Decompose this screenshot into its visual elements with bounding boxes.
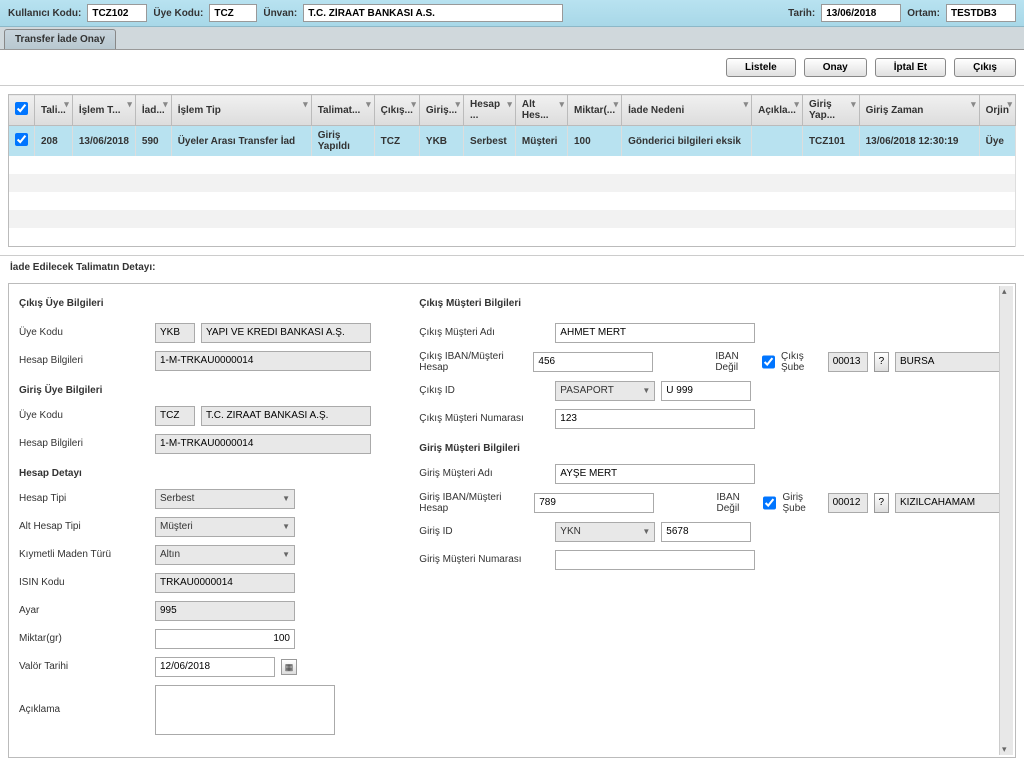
out-branch-lookup-button[interactable]: ? <box>874 352 889 372</box>
col-talimat[interactable]: Talimat...▾ <box>311 95 374 126</box>
filter-icon[interactable]: ▾ <box>303 99 308 110</box>
tab-transfer-iade-onay[interactable]: Transfer İade Onay <box>4 29 116 49</box>
cancel-button[interactable]: İptal Et <box>875 58 946 77</box>
in-id-type-select[interactable]: YKN <box>555 522 655 542</box>
out-iban-not-checkbox[interactable] <box>762 352 775 372</box>
col-alt-hes[interactable]: Alt Hes...▾ <box>515 95 567 126</box>
sub-account-type-select[interactable]: Müşteri <box>155 517 295 537</box>
date-field[interactable] <box>821 4 901 22</box>
action-bar: Listele Onay İptal Et Çıkış <box>0 50 1024 86</box>
filter-icon[interactable]: ▾ <box>411 99 416 110</box>
filter-icon[interactable]: ▾ <box>163 99 168 110</box>
in-branch-code[interactable] <box>828 493 868 513</box>
col-giris-yap[interactable]: Giriş Yap...▾ <box>802 95 859 126</box>
top-bar: Kullanıcı Kodu: Üye Kodu: Ünvan: Tarih: … <box>0 0 1024 27</box>
col-giris[interactable]: Giriş...▾ <box>419 95 463 126</box>
out-customer-heading: Çıkış Müşteri Bilgileri <box>419 298 1005 309</box>
out-branch-code[interactable] <box>828 352 868 372</box>
col-islem-tip[interactable]: İşlem Tip▾ <box>171 95 311 126</box>
right-column: Çıkış Müşteri Bilgileri Çıkış Müşteri Ad… <box>419 298 1005 743</box>
filter-icon[interactable]: ▾ <box>456 99 461 110</box>
col-cikis[interactable]: Çıkış...▾ <box>374 95 419 126</box>
out-member-name[interactable] <box>201 323 371 343</box>
in-customer-number[interactable] <box>555 550 755 570</box>
col-giris-zaman[interactable]: Giriş Zaman▾ <box>859 95 979 126</box>
col-orjin[interactable]: Orjin▾ <box>979 95 1015 126</box>
filter-icon[interactable]: ▾ <box>366 99 371 110</box>
user-code-field[interactable] <box>87 4 147 22</box>
out-customer-number[interactable] <box>555 409 755 429</box>
in-customer-name[interactable] <box>555 464 755 484</box>
ayar-field[interactable] <box>155 601 295 621</box>
account-type-select[interactable]: Serbest <box>155 489 295 509</box>
in-member-name[interactable] <box>201 406 371 426</box>
in-iban-not-checkbox[interactable] <box>763 493 776 513</box>
exit-button[interactable]: Çıkış <box>954 58 1016 77</box>
description-textarea[interactable] <box>155 685 335 735</box>
out-id-value[interactable] <box>661 381 751 401</box>
filter-icon[interactable]: ▾ <box>851 99 856 110</box>
out-id-type-select[interactable]: PASAPORT <box>555 381 655 401</box>
col-hesap[interactable]: Hesap ...▾ <box>464 95 516 126</box>
filter-icon[interactable]: ▾ <box>614 99 619 110</box>
in-iban-field[interactable] <box>534 493 654 513</box>
calendar-icon[interactable]: ▦ <box>281 659 297 675</box>
metal-type-select[interactable]: Altın <box>155 545 295 565</box>
out-iban-field[interactable] <box>533 352 653 372</box>
table-row[interactable]: 208 13/06/2018 590 Üyeler Arası Transfer… <box>9 126 1016 157</box>
env-field[interactable] <box>946 4 1016 22</box>
out-account-info[interactable] <box>155 351 371 371</box>
left-column: Çıkış Üye Bilgileri Üye Kodu Hesap Bilgi… <box>19 298 389 743</box>
header-checkbox[interactable] <box>15 102 28 115</box>
col-aciklama[interactable]: Açıkla...▾ <box>752 95 803 126</box>
title-field[interactable] <box>303 4 563 22</box>
approve-button[interactable]: Onay <box>804 58 867 77</box>
account-detail-heading: Hesap Detayı <box>19 468 389 479</box>
title-label: Ünvan: <box>263 8 297 19</box>
user-code-label: Kullanıcı Kodu: <box>8 8 81 19</box>
quantity-field[interactable] <box>155 629 295 649</box>
filter-icon[interactable]: ▾ <box>64 99 69 110</box>
date-label: Tarih: <box>788 8 815 19</box>
out-member-code[interactable] <box>155 323 195 343</box>
env-label: Ortam: <box>907 8 940 19</box>
filter-icon[interactable]: ▾ <box>127 99 132 110</box>
in-id-value[interactable] <box>661 522 751 542</box>
row-checkbox[interactable] <box>15 133 28 146</box>
in-branch-name[interactable] <box>895 493 1005 513</box>
member-code-label: Üye Kodu: <box>153 8 203 19</box>
out-member-heading: Çıkış Üye Bilgileri <box>19 298 389 309</box>
out-customer-name[interactable] <box>555 323 755 343</box>
filter-icon[interactable]: ▾ <box>744 99 749 110</box>
col-iade-nedeni[interactable]: İade Nedeni▾ <box>622 95 752 126</box>
col-islem-t[interactable]: İşlem T...▾ <box>72 95 135 126</box>
list-button[interactable]: Listele <box>726 58 796 77</box>
filter-icon[interactable]: ▾ <box>971 99 976 110</box>
scrollbar[interactable] <box>999 286 1013 755</box>
filter-icon[interactable]: ▾ <box>559 99 564 110</box>
valor-date-field[interactable] <box>155 657 275 677</box>
in-member-heading: Giriş Üye Bilgileri <box>19 385 389 396</box>
col-check[interactable] <box>9 95 35 126</box>
in-account-info[interactable] <box>155 434 371 454</box>
tab-bar: Transfer İade Onay <box>0 27 1024 50</box>
isin-field[interactable] <box>155 573 295 593</box>
filter-icon[interactable]: ▾ <box>794 99 799 110</box>
in-customer-heading: Giriş Müşteri Bilgileri <box>419 443 1005 454</box>
filter-icon[interactable]: ▾ <box>1007 99 1012 110</box>
col-miktar[interactable]: Miktar(...▾ <box>568 95 622 126</box>
col-iad[interactable]: İad...▾ <box>135 95 171 126</box>
detail-section-title: İade Edilecek Talimatın Detayı: <box>0 255 1024 279</box>
in-branch-lookup-button[interactable]: ? <box>874 493 889 513</box>
member-code-field[interactable] <box>209 4 257 22</box>
in-member-code[interactable] <box>155 406 195 426</box>
results-grid[interactable]: Tali...▾ İşlem T...▾ İad...▾ İşlem Tip▾ … <box>8 94 1016 247</box>
detail-panel: Çıkış Üye Bilgileri Üye Kodu Hesap Bilgi… <box>8 283 1016 758</box>
filter-icon[interactable]: ▾ <box>507 99 512 110</box>
out-branch-name[interactable] <box>895 352 1005 372</box>
col-tali[interactable]: Tali...▾ <box>35 95 73 126</box>
